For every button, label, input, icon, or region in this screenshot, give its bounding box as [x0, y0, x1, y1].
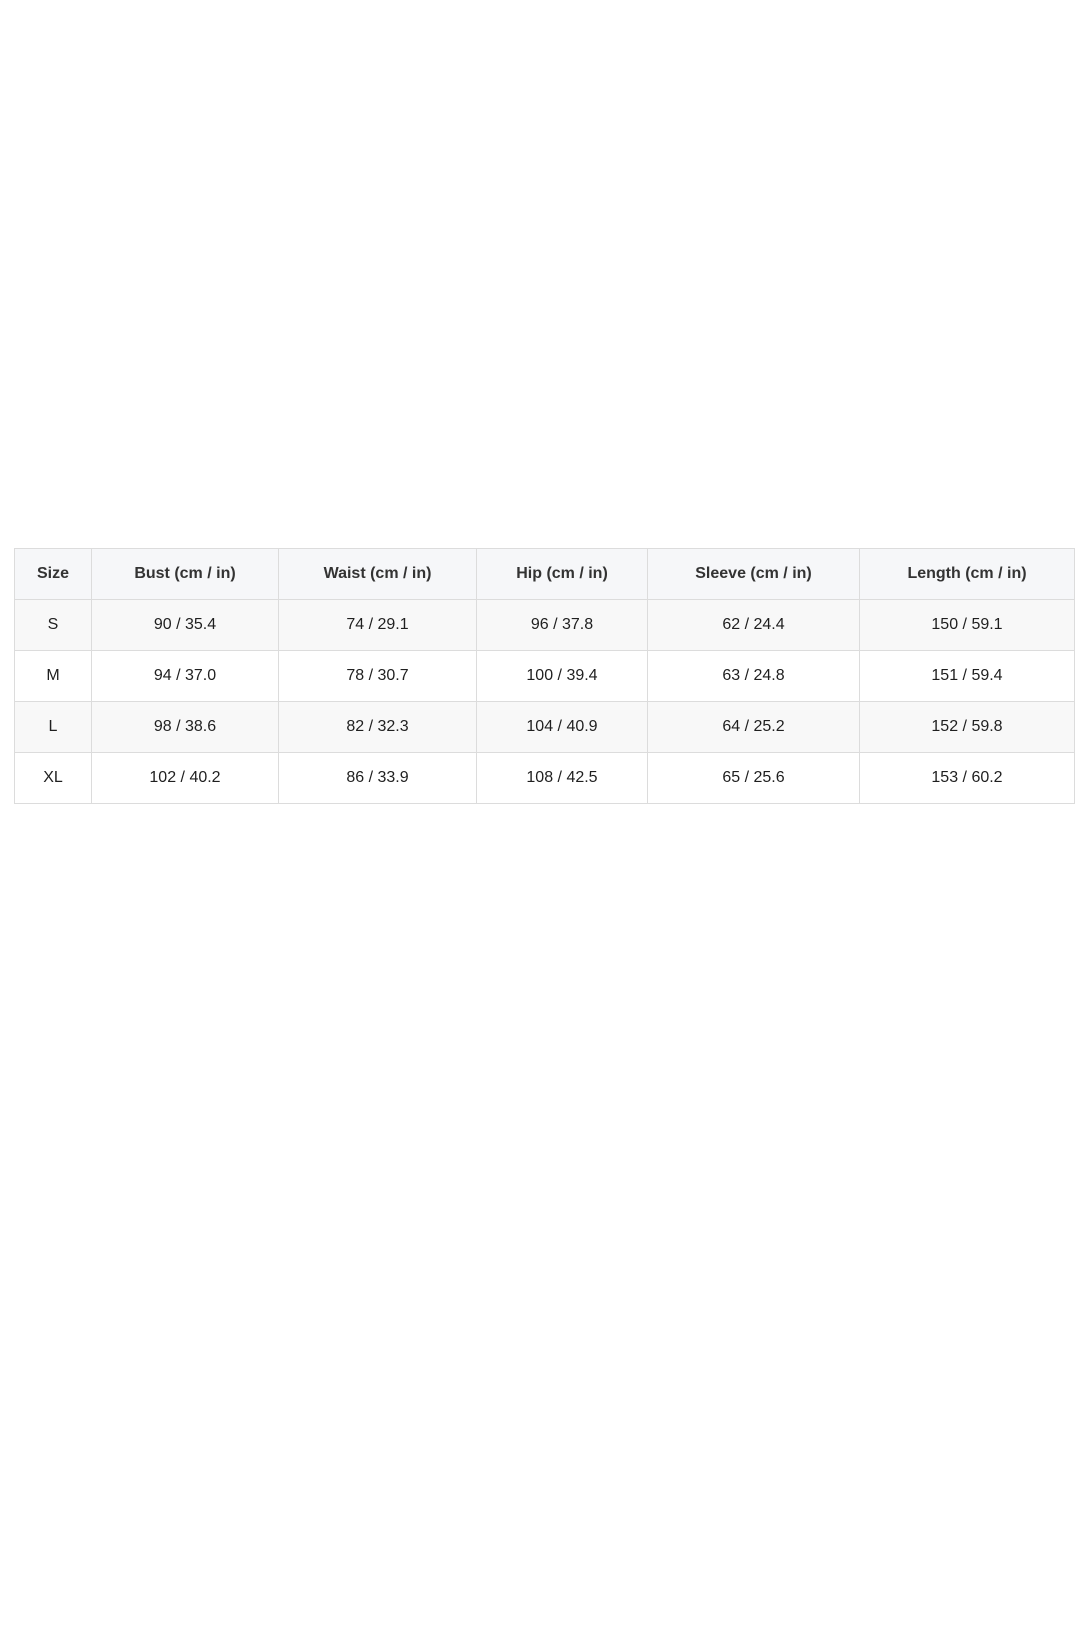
header-size: Size: [14, 548, 92, 600]
cell-size: M: [14, 650, 92, 702]
cell-length: 153 / 60.2: [859, 752, 1075, 804]
cell-hip: 104 / 40.9: [476, 701, 648, 753]
cell-length: 150 / 59.1: [859, 599, 1075, 651]
cell-size: L: [14, 701, 92, 753]
cell-waist: 86 / 33.9: [278, 752, 477, 804]
cell-hip: 96 / 37.8: [476, 599, 648, 651]
header-hip: Hip (cm / in): [476, 548, 648, 600]
cell-bust: 94 / 37.0: [91, 650, 279, 702]
header-waist: Waist (cm / in): [278, 548, 477, 600]
header-bust: Bust (cm / in): [91, 548, 279, 600]
table-row: XL 102 / 40.2 86 / 33.9 108 / 42.5 65 / …: [14, 752, 1075, 804]
cell-sleeve: 62 / 24.4: [647, 599, 860, 651]
table-header-row: Size Bust (cm / in) Waist (cm / in) Hip …: [14, 548, 1075, 600]
header-sleeve: Sleeve (cm / in): [647, 548, 860, 600]
cell-waist: 74 / 29.1: [278, 599, 477, 651]
cell-waist: 82 / 32.3: [278, 701, 477, 753]
size-chart-table: Size Bust (cm / in) Waist (cm / in) Hip …: [14, 548, 1075, 804]
cell-sleeve: 64 / 25.2: [647, 701, 860, 753]
table-row: S 90 / 35.4 74 / 29.1 96 / 37.8 62 / 24.…: [14, 599, 1075, 651]
header-length: Length (cm / in): [859, 548, 1075, 600]
cell-hip: 108 / 42.5: [476, 752, 648, 804]
cell-size: XL: [14, 752, 92, 804]
cell-sleeve: 63 / 24.8: [647, 650, 860, 702]
table-row: L 98 / 38.6 82 / 32.3 104 / 40.9 64 / 25…: [14, 701, 1075, 753]
cell-length: 152 / 59.8: [859, 701, 1075, 753]
cell-bust: 90 / 35.4: [91, 599, 279, 651]
table-row: M 94 / 37.0 78 / 30.7 100 / 39.4 63 / 24…: [14, 650, 1075, 702]
cell-size: S: [14, 599, 92, 651]
cell-sleeve: 65 / 25.6: [647, 752, 860, 804]
cell-bust: 102 / 40.2: [91, 752, 279, 804]
cell-bust: 98 / 38.6: [91, 701, 279, 753]
cell-length: 151 / 59.4: [859, 650, 1075, 702]
cell-hip: 100 / 39.4: [476, 650, 648, 702]
cell-waist: 78 / 30.7: [278, 650, 477, 702]
